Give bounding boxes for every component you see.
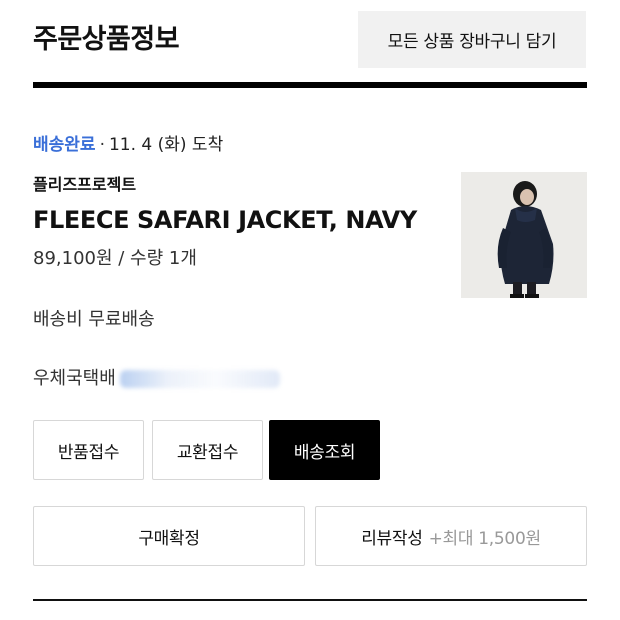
review-bonus: +최대 1,500원 xyxy=(428,528,542,549)
tracking-number-redacted[interactable] xyxy=(119,370,280,388)
exchange-request-button[interactable]: 교환접수 xyxy=(152,420,263,480)
order-product-info-page: 주문상품정보 모든 상품 장바구니 담기 배송완료 · 11. 4 (화) 도착… xyxy=(0,0,620,620)
write-review-button[interactable]: 리뷰작성 +최대 1,500원 xyxy=(315,506,587,566)
add-all-to-cart-button[interactable]: 모든 상품 장바구니 담기 xyxy=(358,11,586,68)
status-separator: · xyxy=(99,135,105,155)
confirm-purchase-button[interactable]: 구매확정 xyxy=(33,506,305,566)
brand-name[interactable]: 플리즈프로젝트 xyxy=(33,173,136,197)
header-divider xyxy=(33,82,587,88)
product-image[interactable] xyxy=(461,172,587,298)
shipping-fee: 배송비 무료배송 xyxy=(33,309,155,330)
delivery-status-badge: 배송완료 xyxy=(33,135,96,155)
product-name[interactable]: FLEECE SAFARI JACKET, NAVY xyxy=(33,203,417,237)
track-delivery-button[interactable]: 배송조회 xyxy=(269,420,380,480)
price-and-quantity: 89,100원 / 수량 1개 xyxy=(33,248,197,269)
delivery-status-line: 배송완료 · 11. 4 (화) 도착 xyxy=(33,133,223,157)
carrier-info: 우체국택배 xyxy=(33,365,280,393)
product-photo-illustration xyxy=(461,172,587,298)
return-request-button[interactable]: 반품접수 xyxy=(33,420,144,480)
section-divider xyxy=(33,599,587,601)
review-label: 리뷰작성 xyxy=(361,528,423,549)
arrival-date: 11. 4 (화) 도착 xyxy=(108,135,224,155)
page-title: 주문상품정보 xyxy=(33,24,180,55)
carrier-name: 우체국택배 xyxy=(33,368,116,389)
